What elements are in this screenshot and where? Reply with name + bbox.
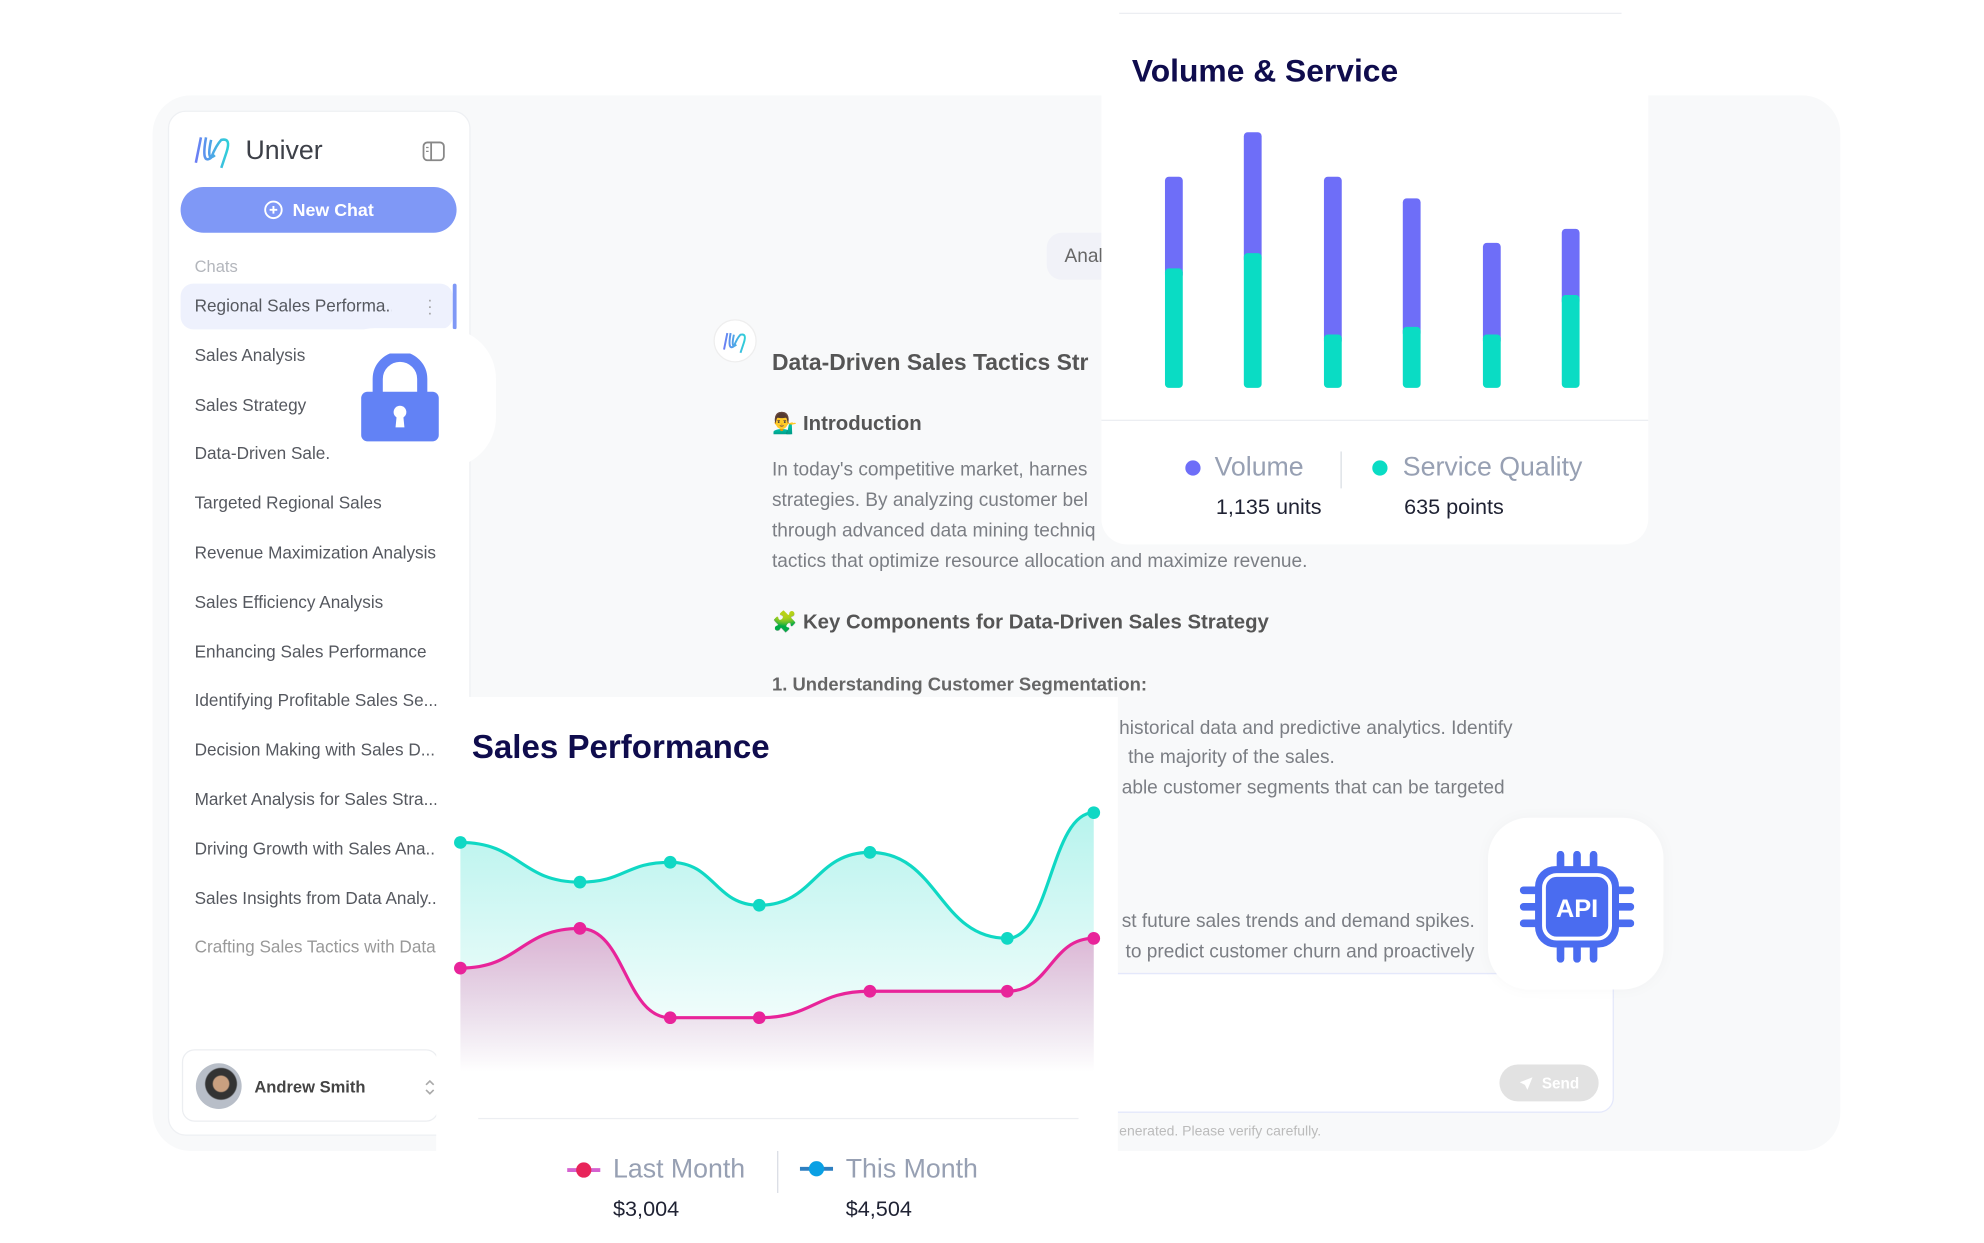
sidebar-chat-item[interactable]: Decision Making with Sales D... (195, 740, 439, 759)
bar-volume (1482, 242, 1501, 345)
key-components-heading: 🧩 Key Components for Data-Driven Sales S… (772, 609, 1269, 634)
puzzle-emoji-icon: 🧩 (771, 611, 798, 634)
brand-name: Univer (245, 136, 323, 166)
lock-icon (361, 353, 439, 442)
legend-dot-service (1372, 460, 1388, 476)
sidebar-chat-item[interactable]: Driving Growth with Sales Ana... (195, 839, 439, 858)
legend-marker-last-month (567, 1162, 601, 1178)
chevron-updown-icon (425, 1079, 435, 1095)
point-this-month (752, 898, 766, 912)
new-chat-label: New Chat (292, 199, 374, 221)
body-line: the majority of the sales. (1128, 746, 1335, 769)
sidebar-toggle-icon[interactable] (422, 141, 445, 162)
bar-volume (1323, 176, 1342, 345)
bar-service-quality (1561, 295, 1580, 388)
point-last-month (663, 1011, 677, 1025)
point-last-month (1087, 931, 1101, 945)
user-profile-button[interactable]: Andrew Smith (181, 1049, 439, 1122)
intro-line: strategies. By analyzing customer bel (771, 489, 1088, 512)
divider (777, 1150, 779, 1193)
point-this-month (1087, 806, 1101, 820)
intro-heading-text: Introduction (802, 413, 922, 435)
more-options-icon[interactable]: · · · (427, 293, 432, 321)
intro-line: In today's competitive market, harnes (771, 459, 1088, 481)
divider (1101, 419, 1649, 421)
intro-line: tactics that optimize resource allocatio… (771, 550, 1308, 573)
legend-label-volume: Volume (1214, 452, 1304, 483)
sales-performance-card: Sales Performance Last Month $3,004 This… (436, 696, 1118, 1221)
body-line: st future sales trends and demand spikes… (1121, 910, 1475, 933)
sidebar-chat-item[interactable]: Revenue Maximization Analysis (195, 543, 439, 562)
send-icon (1520, 1076, 1533, 1090)
body-line: historical data and predictive analytics… (1119, 717, 1513, 739)
sidebar-chat-item[interactable]: Identifying Profitable Sales Se... (195, 691, 439, 710)
subheading: 1. Understanding Customer Segmentation: (771, 675, 1148, 696)
bar-volume (1561, 228, 1580, 306)
sidebar-chat-item[interactable]: Market Analysis for Sales Stra... (195, 790, 439, 809)
bar-volume (1164, 176, 1183, 279)
api-label: API (1556, 895, 1598, 923)
point-last-month (863, 984, 877, 998)
univer-logo-icon (723, 332, 746, 354)
legend-value-this-month: $4,504 (845, 1196, 912, 1221)
new-chat-button[interactable]: New Chat (180, 186, 457, 233)
chat-plus-icon (264, 200, 283, 220)
intro-line: through advanced data mining techniq (771, 520, 1096, 542)
sidebar-chat-item[interactable]: Sales Insights from Data Analy... (195, 888, 439, 907)
scrollbar[interactable] (452, 283, 457, 330)
divider (1340, 451, 1342, 489)
divider (478, 1117, 1079, 1120)
legend-value-last-month: $3,004 (613, 1196, 680, 1221)
point-this-month (454, 836, 467, 849)
key-heading-text: Key Components for Data-Driven Sales Str… (802, 611, 1269, 634)
bar-service-quality (1482, 334, 1501, 388)
user-name: Andrew Smith (254, 1077, 366, 1097)
legend-value-service: 635 points (1404, 494, 1504, 519)
sidebar-chat-item[interactable]: Targeted Regional Sales (195, 494, 439, 513)
sidebar-chat-item[interactable]: Regional Sales Performa... (195, 296, 392, 315)
bar-volume (1402, 198, 1421, 338)
api-chip-icon: API (1519, 850, 1635, 963)
bar-service-quality (1243, 253, 1262, 388)
avatar (195, 1063, 242, 1110)
sidebar-chat-item[interactable]: Crafting Sales Tactics with Data (195, 938, 439, 957)
point-this-month (863, 846, 877, 859)
legend-label-service: Service Quality (1402, 452, 1583, 483)
disclaimer: enerated. Please verify carefully. (1119, 1124, 1322, 1140)
point-this-month (573, 875, 587, 889)
point-last-month (1000, 984, 1014, 998)
bar-volume (1243, 132, 1262, 264)
response-title: Data-Driven Sales Tactics Str (771, 349, 1089, 376)
assistant-avatar (713, 319, 757, 363)
send-label: Send (1541, 1074, 1580, 1092)
volume-bar-chart (1164, 132, 1580, 388)
sidebar-chat-item[interactable]: Sales Efficiency Analysis (195, 592, 439, 611)
legend-value-volume: 1,135 units (1215, 494, 1322, 519)
body-line: to predict customer churn and proactivel… (1125, 941, 1475, 963)
point-this-month (663, 855, 677, 869)
stage: Univer New Chat Chats · · · Regional Sales… (0, 0, 1984, 1243)
chats-section-label: Chats (194, 256, 238, 276)
point-last-month (573, 922, 587, 935)
sales-area-chart (454, 806, 1101, 1073)
legend-dot-volume (1185, 460, 1201, 476)
bar-service-quality (1323, 334, 1342, 388)
intro-heading: 💁‍♂️ Introduction (772, 411, 922, 436)
bar-service-quality (1164, 268, 1183, 388)
point-last-month (752, 1011, 766, 1025)
volume-service-card: Volume & Service Volume 1,135 units Serv… (1101, 12, 1649, 545)
bar-service-quality (1402, 326, 1421, 388)
sidebar-chat-item[interactable]: Enhancing Sales Performance (195, 642, 439, 661)
legend-label-last-month: Last Month (613, 1154, 746, 1185)
point-last-month (454, 961, 467, 975)
body-line: able customer segments that can be targe… (1121, 777, 1505, 799)
legend-label-this-month: This Month (845, 1154, 978, 1185)
point-this-month (1000, 931, 1014, 945)
legend-marker-this-month (799, 1161, 834, 1177)
univer-logo-icon (194, 137, 230, 169)
person-emoji-icon: 💁‍♂️ (771, 413, 798, 435)
send-button[interactable]: Send (1499, 1064, 1599, 1102)
divider (1119, 12, 1622, 14)
